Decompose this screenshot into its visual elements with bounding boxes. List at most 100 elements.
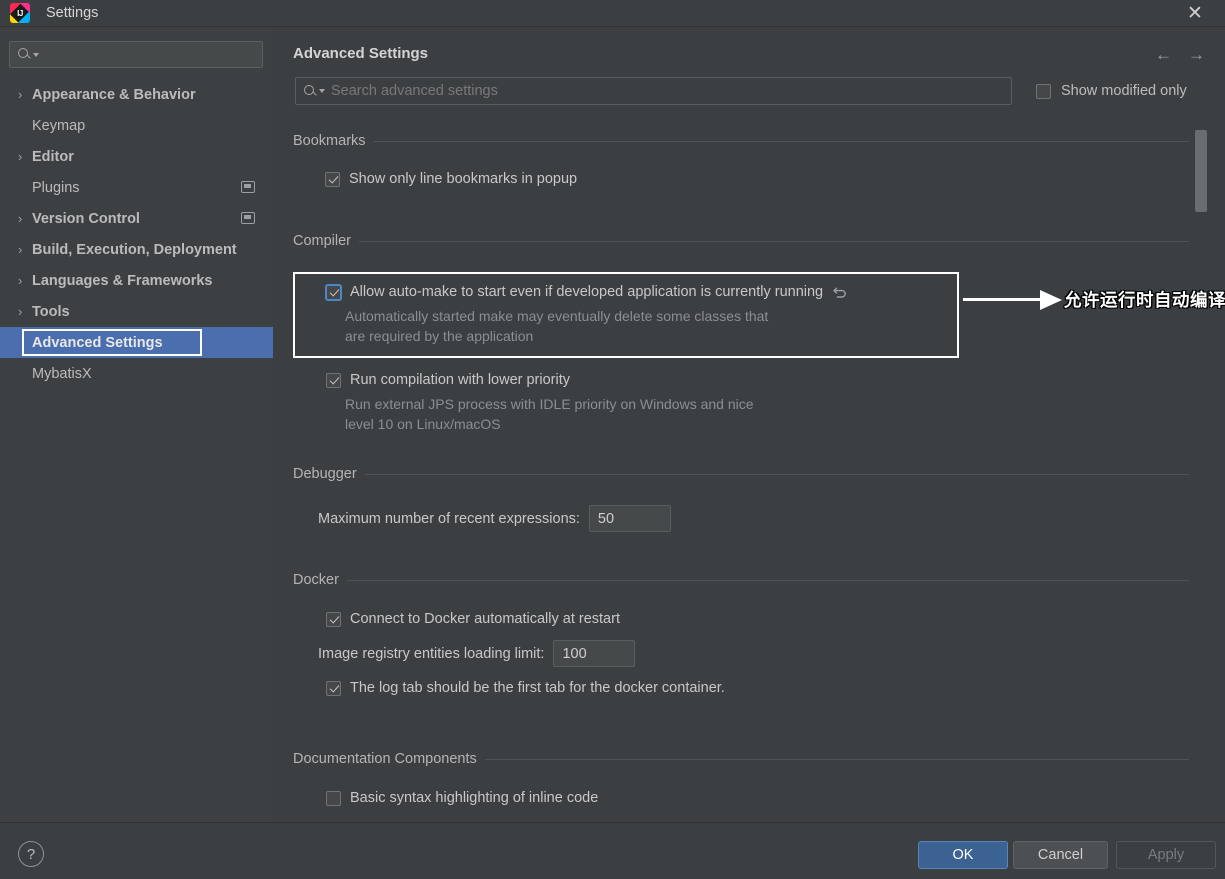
field-label: Maximum number of recent expressions: [318, 510, 580, 527]
sidebar-item-label: Tools [32, 303, 70, 320]
sidebar-item-build-execution-deployment[interactable]: › Build, Execution, Deployment [0, 234, 273, 265]
scope-indicator-icon [241, 212, 255, 224]
image-registry-limit-input[interactable]: 100 [553, 640, 636, 667]
section-title: Debugger [293, 466, 357, 482]
checkbox-box [326, 372, 341, 388]
setting-connect-docker-automatically[interactable]: Connect to Docker automatically at resta… [326, 611, 1189, 627]
section-documentation-components: Documentation Components Basic syntax hi… [293, 750, 1189, 806]
sidebar-item-tools[interactable]: › Tools [0, 296, 273, 327]
setting-log-tab-first[interactable]: The log tab should be the first tab for … [326, 680, 1189, 696]
annotation-text: 允许运行时自动编译 [1064, 290, 1225, 310]
sidebar-item-version-control[interactable]: › Version Control [0, 203, 273, 234]
setting-label: Run compilation with lower priority [350, 372, 570, 388]
sidebar-search-input[interactable] [9, 41, 263, 68]
setting-allow-auto-make-container: Allow auto-make to start even if develop… [293, 272, 1189, 358]
section-divider [373, 140, 1189, 142]
settings-dialog: IJ Settings ✕ › Appearance & Behavior › … [0, 0, 1225, 879]
sidebar-item-advanced-settings[interactable]: › Advanced Settings [0, 327, 273, 358]
help-button[interactable]: ? [18, 841, 44, 867]
ok-button[interactable]: OK [918, 841, 1008, 869]
section-divider [364, 473, 1189, 475]
close-icon[interactable]: ✕ [1173, 0, 1217, 26]
sidebar-item-label: Advanced Settings [32, 334, 163, 351]
checkbox-box [326, 611, 341, 627]
intellij-idea-logo-icon: IJ [10, 3, 30, 23]
sidebar-item-label: Editor [32, 148, 74, 165]
setting-label: The log tab should be the first tab for … [350, 680, 725, 696]
section-header: Bookmarks [293, 132, 1189, 150]
page-title: Advanced Settings [293, 45, 429, 62]
sidebar-item-editor[interactable]: › Editor [0, 141, 273, 172]
chevron-right-icon: › [18, 87, 23, 102]
settings-sidebar: › Appearance & Behavior › Keymap › Edito… [0, 27, 273, 821]
apply-button[interactable]: Apply [1116, 841, 1216, 869]
search-icon [17, 47, 32, 62]
sidebar-item-label: Version Control [32, 210, 140, 227]
setting-basic-syntax-highlighting[interactable]: Basic syntax highlighting of inline code [326, 790, 1189, 806]
chevron-down-icon [33, 52, 39, 57]
sidebar-item-mybatisx[interactable]: › MybatisX [0, 358, 273, 389]
section-header: Compiler [293, 232, 1189, 250]
sidebar-item-label: Keymap [32, 117, 86, 134]
arrow-right-icon[interactable]: → [1188, 46, 1205, 63]
checkbox-box [1036, 83, 1051, 99]
section-header: Docker [293, 571, 1189, 589]
section-compiler: Compiler Allow auto-make to start even i… [293, 232, 1189, 434]
advanced-settings-panel: Advanced Settings ← → Search advanced se… [274, 27, 1225, 821]
chevron-right-icon: › [18, 211, 23, 226]
section-bookmarks: Bookmarks Show only line bookmarks in po… [293, 132, 1189, 187]
sidebar-item-label: Languages & Frameworks [32, 272, 213, 289]
show-modified-only-label: Show modified only [1061, 83, 1187, 99]
cancel-button[interactable]: Cancel [1013, 841, 1108, 869]
setting-description-line1: Run external JPS process with IDLE prior… [345, 396, 754, 412]
sidebar-item-label: MybatisX [32, 365, 92, 382]
setting-label: Connect to Docker automatically at resta… [350, 611, 620, 627]
section-title: Documentation Components [293, 751, 477, 767]
setting-label: Show only line bookmarks in popup [349, 171, 578, 187]
annotation-arrow-icon [963, 298, 1048, 301]
sidebar-item-languages-frameworks[interactable]: › Languages & Frameworks [0, 265, 273, 296]
chevron-right-icon: › [18, 149, 23, 164]
sidebar-item-label: Plugins [32, 179, 80, 196]
title-bar: IJ Settings ✕ [0, 0, 1225, 26]
navigation-arrows: ← → [1155, 46, 1205, 63]
chevron-right-icon: › [18, 304, 23, 319]
setting-label: Allow auto-make to start even if develop… [350, 284, 824, 300]
setting-description-line1: Automatically started make may eventuall… [345, 308, 769, 324]
undo-icon[interactable] [832, 284, 849, 300]
sidebar-item-appearance-behavior[interactable]: › Appearance & Behavior [0, 79, 273, 110]
show-modified-only-checkbox[interactable]: Show modified only [1036, 77, 1187, 105]
setting-image-registry-limit: Image registry entities loading limit: 1… [318, 640, 1189, 667]
section-debugger: Debugger Maximum number of recent expres… [293, 465, 1189, 532]
field-label: Image registry entities loading limit: [318, 645, 545, 662]
setting-run-compilation-lower-priority[interactable]: Run compilation with lower priority [326, 372, 1189, 388]
checkbox-box [326, 680, 341, 696]
setting-description-line2: level 10 on Linux/macOS [345, 416, 501, 432]
window-title: Settings [46, 5, 99, 21]
section-title: Docker [293, 572, 339, 588]
scrollbar-thumb[interactable] [1195, 130, 1207, 212]
setting-max-recent-expressions: Maximum number of recent expressions: 50 [318, 505, 1189, 532]
arrow-left-icon[interactable]: ← [1155, 46, 1172, 63]
search-placeholder: Search advanced settings [331, 83, 498, 99]
annotation-arrowhead-icon [1040, 290, 1062, 310]
sidebar-item-label: Build, Execution, Deployment [32, 241, 237, 258]
setting-label: Basic syntax highlighting of inline code [350, 790, 599, 806]
section-title: Bookmarks [293, 133, 366, 149]
checkbox-box [326, 284, 341, 300]
chevron-right-icon: › [18, 242, 23, 257]
section-docker: Docker Connect to Docker automatically a… [293, 571, 1189, 696]
section-header: Debugger [293, 465, 1189, 483]
sidebar-item-label: Appearance & Behavior [32, 86, 196, 103]
section-divider [484, 758, 1189, 760]
max-recent-expressions-input[interactable]: 50 [588, 505, 671, 532]
setting-description-line2: are required by the application [345, 328, 534, 344]
setting-show-only-line-bookmarks[interactable]: Show only line bookmarks in popup [325, 171, 1189, 187]
sidebar-item-plugins[interactable]: › Plugins [0, 172, 273, 203]
vertical-scrollbar[interactable] [1195, 130, 1207, 820]
sidebar-item-keymap[interactable]: › Keymap [0, 110, 273, 141]
advanced-settings-search-input[interactable]: Search advanced settings [295, 77, 1012, 105]
checkbox-box [326, 790, 341, 806]
chevron-down-icon [319, 89, 325, 93]
chevron-right-icon: › [18, 273, 23, 288]
